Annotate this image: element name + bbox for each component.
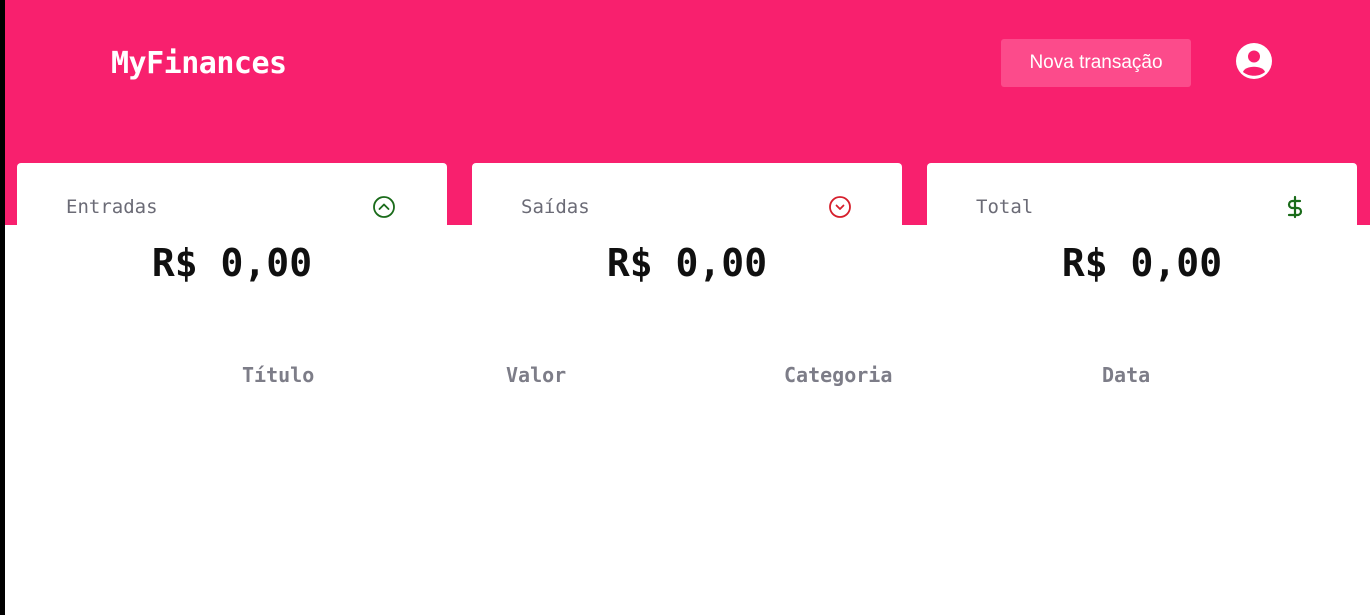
arrow-down-circle-icon xyxy=(829,196,851,218)
outcome-value: R$ 0,00 xyxy=(606,241,768,285)
user-circle-icon[interactable] xyxy=(1235,42,1273,80)
app-logo: MyFinances xyxy=(111,46,287,81)
column-header-category: Categoria xyxy=(784,363,893,387)
column-header-title: Título xyxy=(242,363,315,387)
total-value: R$ 0,00 xyxy=(1061,241,1223,285)
total-card: Total R$ 0,00 xyxy=(927,163,1357,293)
arrow-up-circle-icon xyxy=(373,196,395,218)
total-label: Total xyxy=(976,196,1034,218)
column-header-value: Valor xyxy=(506,363,567,387)
dollar-sign-icon xyxy=(1287,195,1303,219)
outcome-card: Saídas R$ 0,00 xyxy=(472,163,902,293)
outcome-label: Saídas xyxy=(521,196,590,218)
income-label: Entradas xyxy=(66,196,158,218)
column-header-date: Data xyxy=(1102,363,1151,387)
new-transaction-button[interactable]: Nova transação xyxy=(1001,39,1191,87)
income-card: Entradas R$ 0,00 xyxy=(17,163,447,293)
income-value: R$ 0,00 xyxy=(151,241,313,285)
